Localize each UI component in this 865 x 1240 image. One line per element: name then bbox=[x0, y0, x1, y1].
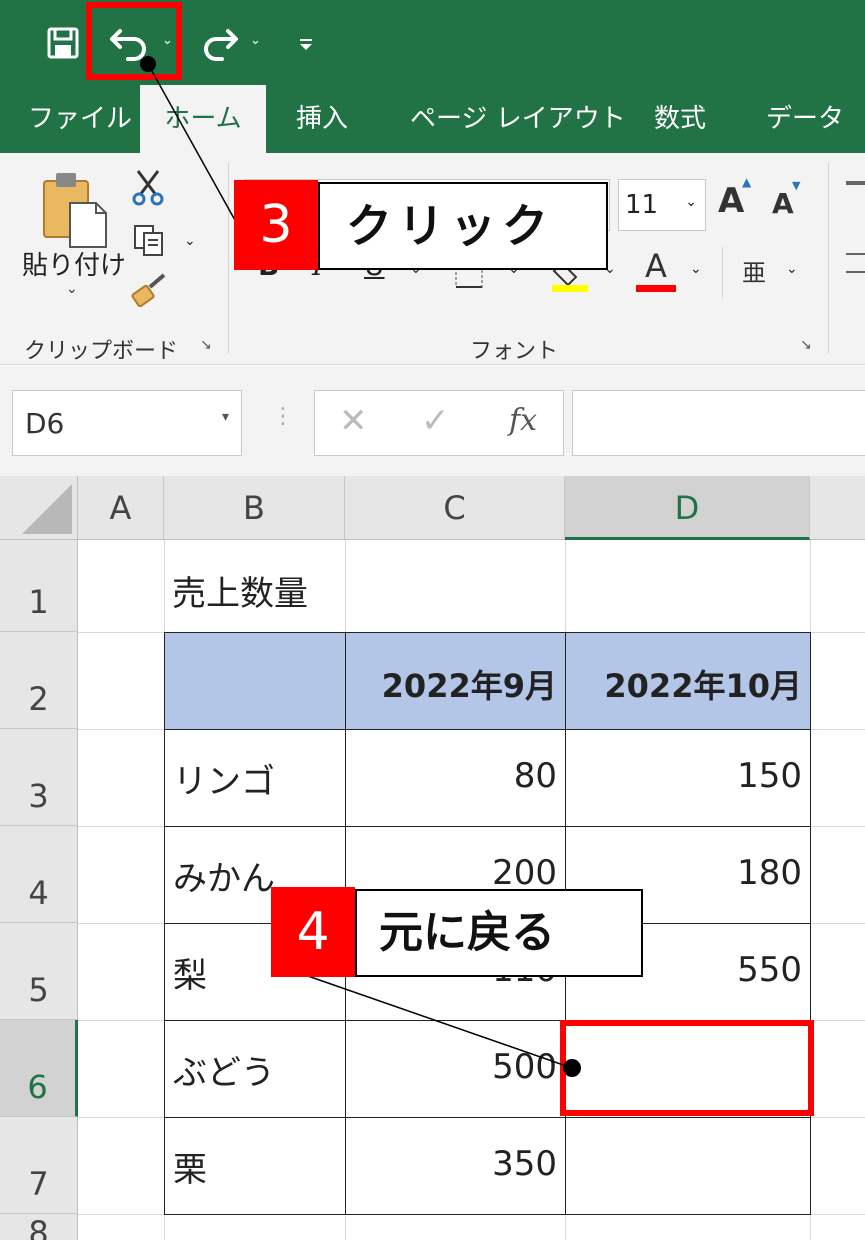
step-3-badge: 3 bbox=[234, 180, 318, 270]
step-3-label: クリック bbox=[318, 182, 608, 270]
step-4-badge: 4 bbox=[271, 887, 355, 977]
step-4-label: 元に戻る bbox=[355, 889, 643, 977]
